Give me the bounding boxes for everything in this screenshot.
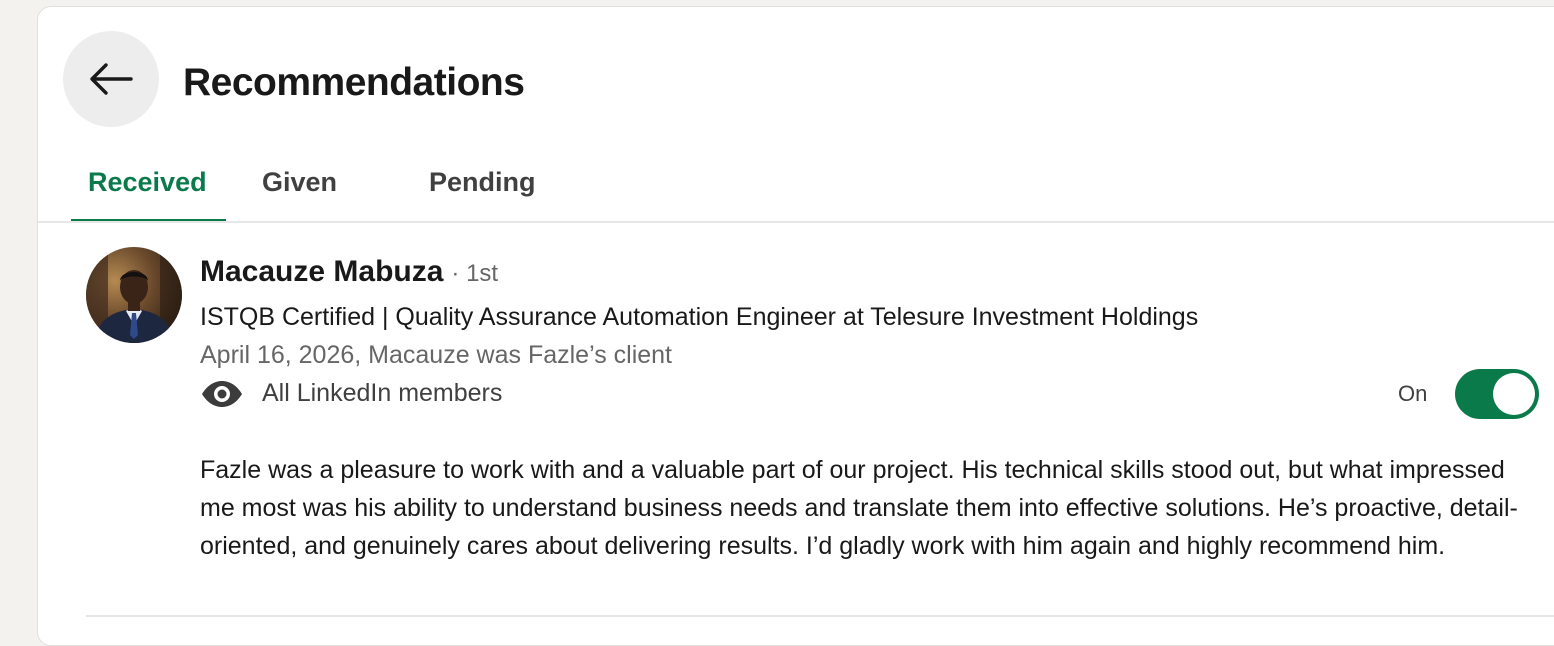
recommendations-card: Recommendations Received Given Pending M… xyxy=(37,6,1554,646)
back-button[interactable] xyxy=(63,31,159,127)
toggle-knob xyxy=(1493,373,1536,415)
connection-degree: · 1st xyxy=(451,260,499,287)
tab-bar: Received Given Pending xyxy=(71,143,1554,223)
avatar[interactable] xyxy=(86,247,182,343)
recommender-headline: ISTQB Certified | Quality Assurance Auto… xyxy=(200,303,1199,331)
tab-received[interactable]: Received xyxy=(71,143,226,223)
tab-pending[interactable]: Pending xyxy=(396,143,576,221)
eye-icon xyxy=(200,380,244,408)
recommender-name[interactable]: Macauze Mabuza xyxy=(200,255,443,289)
tab-given[interactable]: Given xyxy=(242,143,388,221)
tab-divider xyxy=(38,221,1554,223)
visibility-toggle-group: On xyxy=(1398,369,1540,419)
recommender-name-row: Macauze Mabuza · 1st xyxy=(200,255,498,289)
visibility-row: All LinkedIn members xyxy=(200,379,502,408)
recommendation-text: Fazle was a pleasure to work with and a … xyxy=(200,456,1518,560)
avatar-photo xyxy=(86,247,182,343)
visibility-toggle[interactable] xyxy=(1455,369,1540,419)
visibility-label: All LinkedIn members xyxy=(262,379,503,407)
recommendation-date: April 16, 2026, Macauze was Fazle’s clie… xyxy=(200,341,672,369)
arrow-left-icon xyxy=(90,63,133,95)
page-title: Recommendations xyxy=(183,61,525,104)
toggle-label: On xyxy=(1398,381,1428,406)
section-divider xyxy=(86,615,1554,617)
